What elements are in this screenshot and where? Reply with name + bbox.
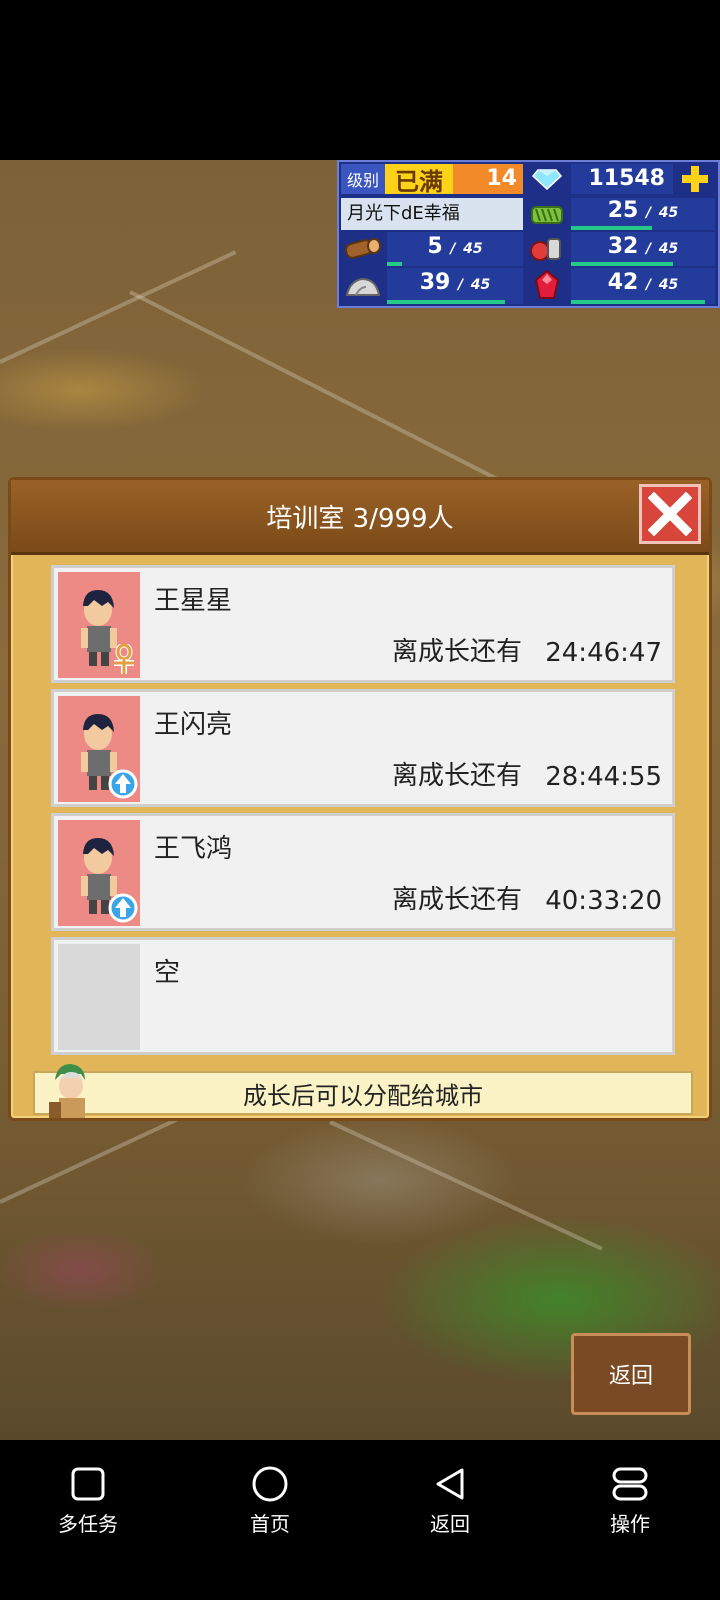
system-nav-bar: 多任务 首页 返回 操作: [0, 1440, 720, 1600]
dialog-header: 培训室 3/999人: [11, 480, 709, 555]
resource-hud: 级别 已满 14 11548 月光下dE幸福 25 / 45 5 / 45 32…: [337, 160, 720, 308]
crop-current: 25: [607, 198, 639, 223]
square-icon: [71, 1467, 105, 1501]
food-icon: [525, 232, 569, 266]
add-gems-button[interactable]: [675, 164, 715, 194]
growth-label: 离成长还有: [391, 885, 522, 915]
hint-bar: 成长后可以分配给城市: [33, 1071, 693, 1115]
up-arrow-icon: [108, 769, 138, 799]
ankh-icon: [114, 644, 134, 674]
wood-meter: 5 / 45: [387, 232, 523, 266]
crop-icon: [525, 198, 569, 230]
growth-timer: 40:33:20: [545, 886, 662, 916]
level-label: 级别: [341, 164, 385, 194]
nav-home-label: 首页: [250, 1512, 290, 1536]
trainee-portrait: [58, 820, 140, 926]
nav-operate-label: 操作: [610, 1512, 650, 1536]
circle-icon: [252, 1466, 288, 1502]
trainee-name: 王闪亮: [154, 710, 233, 740]
gem-icon: [525, 164, 569, 194]
ruby-max: 45: [658, 277, 679, 293]
fence: [0, 250, 237, 364]
triangle-back-icon: [436, 1468, 464, 1500]
stone-icon: [341, 268, 385, 304]
training-room-dialog: 培训室 3/999人 王星星 离成长还有 24:46:47 王闪亮 离成长还有 …: [8, 477, 712, 1121]
ruby-current: 42: [607, 270, 639, 295]
close-button[interactable]: [639, 484, 701, 544]
back-button[interactable]: 返回: [571, 1333, 691, 1415]
nav-multitask-label: 多任务: [58, 1512, 118, 1536]
player-name: 月光下dE幸福: [341, 198, 523, 230]
nav-multitask[interactable]: 多任务: [28, 1466, 148, 1537]
plus-icon: [682, 166, 708, 192]
hint-text: 成长后可以分配给城市: [243, 1081, 483, 1110]
wood-max: 45: [463, 241, 483, 257]
trainee-name: 王飞鸿: [154, 834, 233, 864]
ruby-meter: 42 / 45: [571, 268, 715, 304]
empty-slot-label: 空: [154, 958, 181, 988]
nav-operate[interactable]: 操作: [570, 1466, 690, 1537]
level-status: 已满: [385, 164, 453, 196]
stone-bar: [387, 300, 505, 304]
trainee-row[interactable]: 王星星 离成长还有 24:46:47: [51, 565, 675, 683]
trainee-portrait: [58, 696, 140, 802]
growth-timer: 24:46:47: [545, 638, 662, 668]
nav-home[interactable]: 首页: [210, 1466, 330, 1537]
stone-current: 39: [419, 270, 451, 295]
empty-portrait: [58, 944, 140, 1050]
food-max: 45: [658, 241, 679, 257]
stone-meter: 39 / 45: [387, 268, 523, 304]
menu-pill-icon: [612, 1467, 648, 1501]
wood-icon: [341, 232, 385, 266]
crop-meter: 25 / 45: [571, 198, 715, 230]
food-current: 32: [607, 234, 639, 259]
dialog-title: 培训室 3/999人: [266, 503, 454, 534]
nav-back[interactable]: 返回: [390, 1466, 510, 1537]
stone-max: 45: [470, 277, 491, 293]
ruby-icon: [525, 268, 569, 304]
crop-bar: [571, 226, 652, 230]
close-icon: [648, 492, 692, 536]
food-meter: 32 / 45: [571, 232, 715, 266]
food-bar: [571, 262, 673, 266]
trainee-portrait: [58, 572, 140, 678]
back-button-label: 返回: [608, 1364, 653, 1389]
growth-label: 离成长还有: [391, 637, 522, 667]
growth-timer: 28:44:55: [545, 762, 662, 792]
wood-current: 5: [427, 234, 443, 259]
trainee-row[interactable]: 王闪亮 离成长还有 28:44:55: [51, 689, 675, 807]
growth-label: 离成长还有: [391, 761, 522, 791]
empty-slot-row[interactable]: 空: [51, 937, 675, 1055]
fence: [329, 1120, 603, 1251]
fence: [129, 290, 506, 485]
nav-back-label: 返回: [430, 1512, 470, 1536]
up-arrow-icon: [108, 893, 138, 923]
crop-max: 45: [658, 205, 679, 221]
wood-bar: [387, 262, 402, 266]
trainee-row[interactable]: 王飞鸿 离成长还有 40:33:20: [51, 813, 675, 931]
level-value: 14: [453, 164, 523, 194]
advisor-icon: [49, 1064, 85, 1118]
gem-count: 11548: [571, 164, 673, 194]
ruby-bar: [571, 300, 705, 304]
trainee-name: 王星星: [154, 586, 233, 616]
